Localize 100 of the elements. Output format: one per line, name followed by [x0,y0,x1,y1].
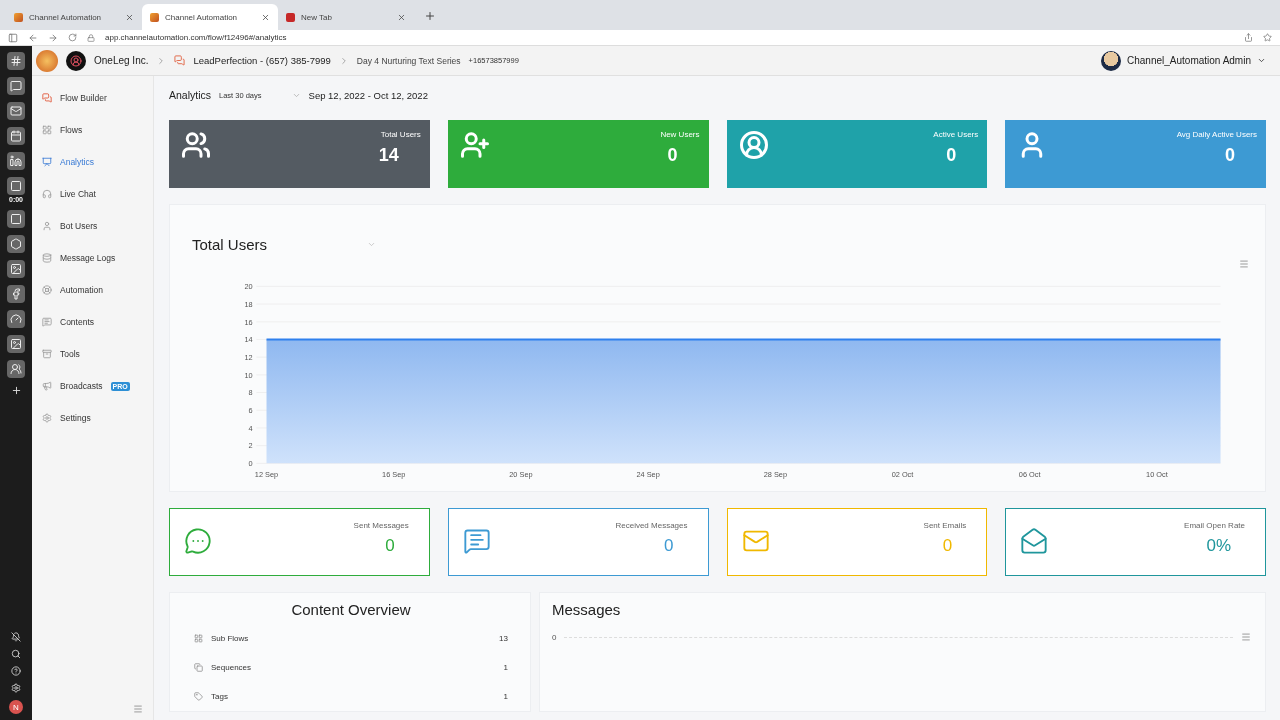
app-icon[interactable] [7,52,25,70]
sidebar-item[interactable]: Contents [42,306,153,338]
caret-icon [1257,56,1266,65]
message-icon [462,527,491,555]
user-menu[interactable]: Channel_Automation Admin [1101,50,1266,71]
close-icon[interactable] [261,12,270,22]
calendar-icon[interactable] [7,127,25,145]
metric-value: 0 [385,536,395,556]
metric-value: 0% [1206,536,1231,556]
page-title: Analytics [169,89,211,101]
chart-title: Total Users [192,235,268,253]
metric-label: Sent Messages [353,521,409,530]
content-count: 13 [499,634,508,643]
app-icon[interactable] [7,77,25,95]
stat-value: 14 [378,145,399,166]
stat-label: Avg Daily Active Users [1176,130,1257,139]
axis-tick: 18 [244,299,253,309]
stat-label: New Users [660,130,700,139]
app-icon[interactable] [7,235,25,253]
sidebar-item[interactable]: Settings [42,402,153,434]
close-icon[interactable] [397,12,406,22]
app-icon[interactable] [7,152,25,170]
content-count: 1 [503,663,508,672]
reload-icon[interactable] [68,33,77,42]
new-tab-icon[interactable] [424,10,436,22]
breadcrumb-link[interactable]: LeadPerfection - (657) 385-7999 [193,55,331,66]
chat-bubble-icon [184,527,212,555]
sidebar-item[interactable]: Tools [42,338,153,370]
settings-icon[interactable] [11,683,21,693]
sidebar-icon[interactable] [8,32,18,43]
help-icon[interactable] [11,666,21,676]
metric-label: Received Messages [615,521,688,530]
sidebar-item[interactable]: Automation [42,274,153,306]
grid-icon [42,125,52,135]
axis-tick: 12 Sep [254,470,279,480]
logo-icon [36,49,58,72]
app-icon[interactable] [7,360,25,378]
axis-tick: 6 [248,406,253,415]
share-icon[interactable] [1244,33,1253,42]
org-name: OneLeg Inc. [94,55,149,66]
close-icon[interactable] [125,12,134,22]
search-icon[interactable] [11,649,21,659]
browser-tab[interactable]: Channel Automation [142,4,278,30]
chat-icon [174,55,186,66]
date-range[interactable]: Sep 12, 2022 - Oct 12, 2022 [308,89,428,101]
presentation-icon [42,157,52,167]
axis-tick: 28 Sep [763,470,787,480]
axis-tick: 2 [248,441,253,451]
app-icon[interactable] [7,285,25,303]
axis-tick: 4 [248,423,253,433]
axis-tick: 16 Sep [382,470,406,480]
sidebar-item[interactable]: Flows [42,114,153,146]
sidebar-item[interactable]: Flow Builder [42,82,153,114]
user-circle-icon [738,130,769,160]
org-logo-icon [66,50,86,71]
axis-tick: 8 [248,388,253,398]
forward-icon[interactable] [48,32,58,43]
tag-icon [194,692,203,701]
metric-value: 0 [664,536,674,556]
favicon-icon [14,12,23,22]
axis-tick: 10 Oct [1146,470,1168,480]
app-icon[interactable] [7,177,25,195]
sidebar-item[interactable]: Bot Users [42,210,153,242]
database-icon [42,253,52,263]
card-title: Messages [552,601,622,618]
bell-off-icon[interactable] [11,632,21,642]
grid-icon [194,634,203,643]
metric-label: Email Open Rate [1184,521,1245,530]
axis-tick: 0 [248,459,253,469]
app-icon[interactable] [7,210,25,228]
axis-tick: 20 Sep [509,470,533,480]
sidebar-item[interactable]: Live Chat [42,178,153,210]
add-icon[interactable] [10,385,22,396]
archive-icon [42,349,52,359]
avatar-icon [1101,50,1121,71]
browser-tab[interactable]: Channel Automation [6,4,142,30]
settings-icon [42,413,52,423]
breadcrumb-link[interactable]: Day 4 Nurturing Text Series [356,55,461,66]
favicon-icon [286,12,295,22]
open-envelope-icon [1020,527,1049,555]
axis-tick: 24 Sep [636,470,660,480]
lifebuoy-icon [42,285,52,295]
megaphone-icon [42,381,52,391]
axis-tick: 20 [244,282,253,292]
axis-tick: 10 [244,370,253,380]
chat-icon [42,93,52,103]
star-icon[interactable] [1263,33,1272,42]
image-icon[interactable] [7,335,25,353]
sidebar-item[interactable]: Message Logs [42,242,153,274]
mail-icon[interactable] [7,102,25,120]
message-icon [42,317,52,327]
gauge-icon[interactable] [7,310,25,328]
image-icon[interactable] [7,260,25,278]
browser-tab[interactable]: New Tab [278,4,414,30]
content-label: Tags [211,692,228,701]
user-avatar[interactable]: N [9,700,23,714]
axis-tick: 06 Oct [1018,470,1041,480]
sidebar-item[interactable]: Analytics [42,146,153,178]
back-icon[interactable] [28,32,38,43]
favicon-icon [150,12,159,22]
